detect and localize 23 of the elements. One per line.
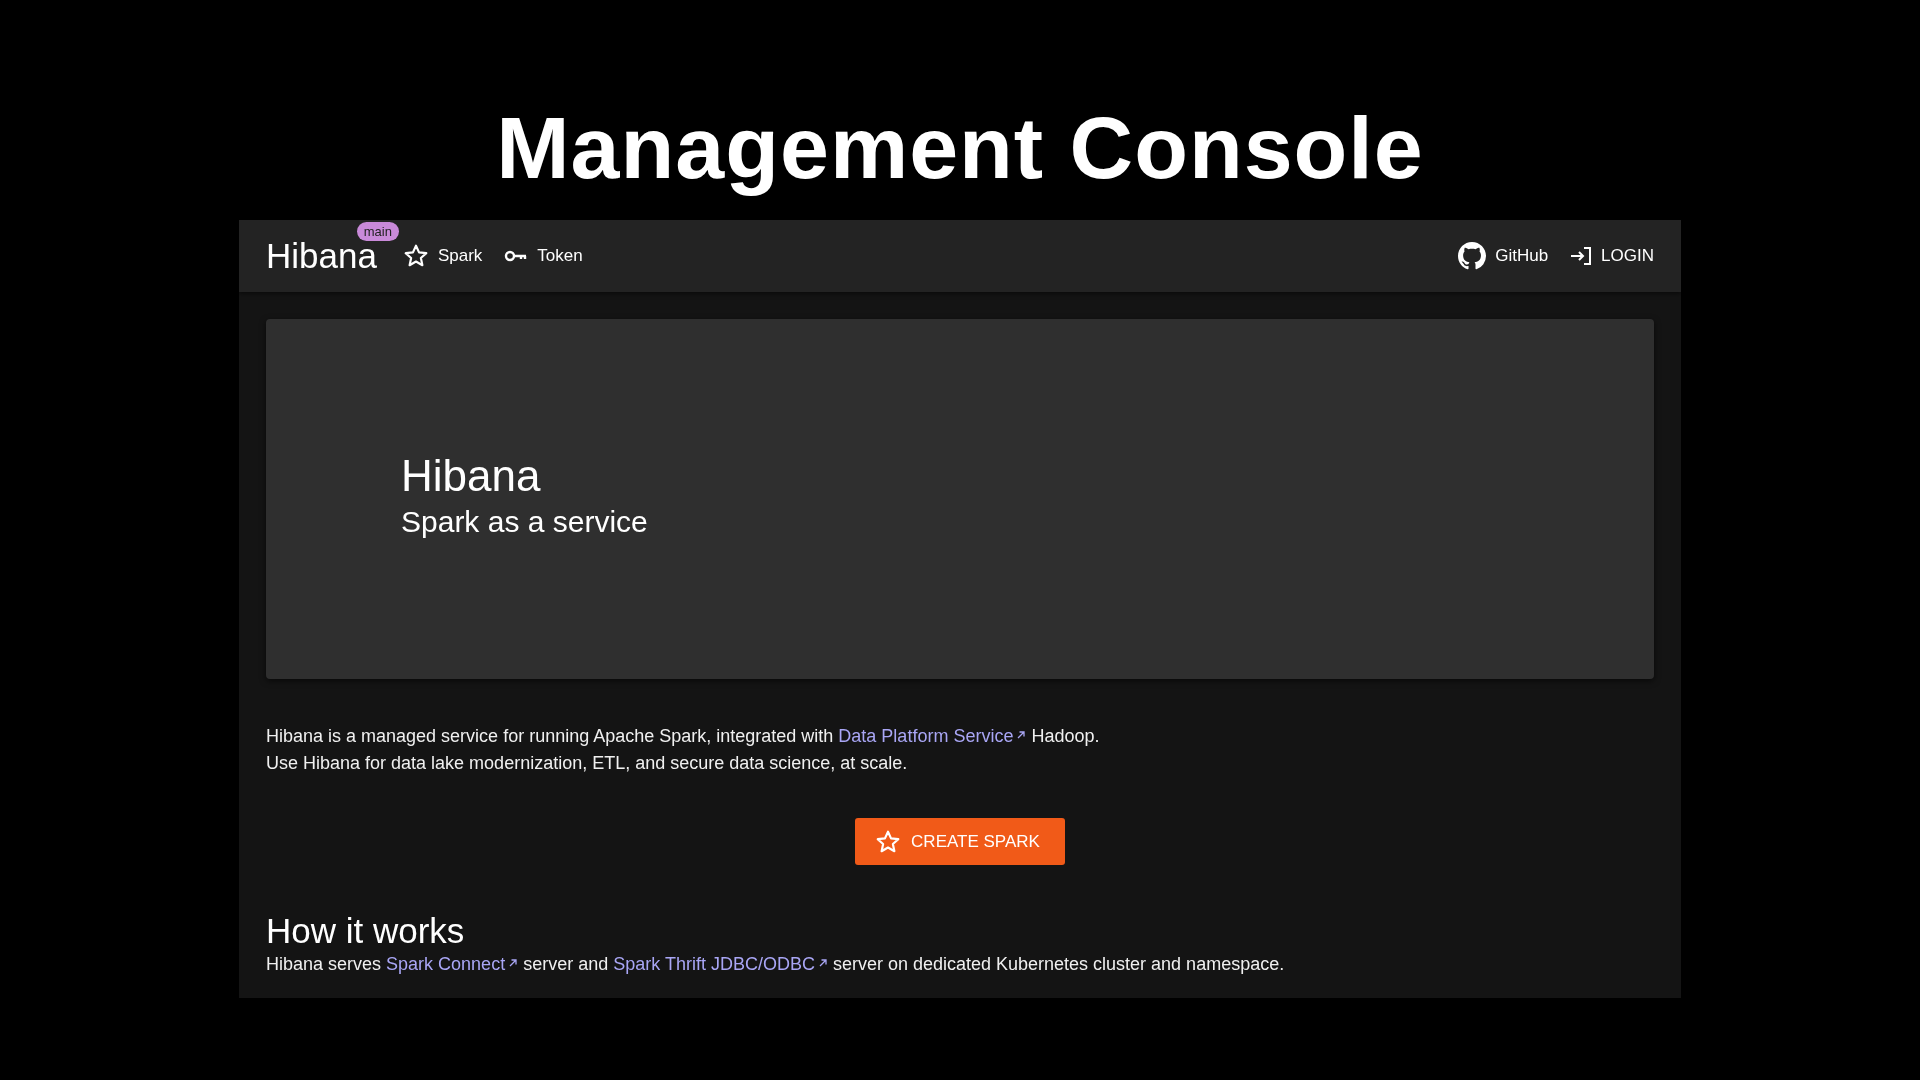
hero-title: Hibana — [401, 450, 542, 502]
star-icon — [402, 243, 429, 269]
key-icon — [504, 249, 529, 263]
nav-link[interactable]: Spark — [402, 243, 483, 269]
login-icon — [1570, 246, 1593, 266]
nav-link[interactable]: GitHub — [1458, 242, 1549, 270]
nav-link[interactable]: LOGIN — [1570, 246, 1654, 266]
intro-text: Use Hibana for data lake modernization, ETL, and secure data science, at scale. — [266, 752, 909, 775]
external-link[interactable]: Spark Thrift JDBC/ODBC — [613, 954, 828, 974]
external-link-icon — [817, 958, 828, 968]
section-text: Hibana serves Spark Connect server and Spark Thrift JDBC/ODBC server on dedicated Kubernetes cluster and namespace. — [266, 953, 1286, 976]
external-link[interactable]: Spark Connect — [386, 954, 519, 974]
section-heading: How it works — [266, 911, 466, 951]
external-link[interactable]: Data Platform Service — [838, 726, 1027, 746]
slide-title: Management Console — [496, 98, 1424, 199]
github-icon — [1458, 242, 1487, 270]
external-link-icon — [508, 958, 519, 968]
external-link-icon — [1016, 730, 1027, 740]
hero-subtitle: Spark as a service — [401, 504, 649, 540]
nav-link[interactable]: Token — [504, 246, 583, 266]
star-icon — [875, 828, 902, 855]
intro-text: Hibana is a managed service for running Apache Spark, integrated with Data Platform Service Hadoop. — [266, 725, 1101, 748]
branch-badge: main — [356, 222, 399, 241]
